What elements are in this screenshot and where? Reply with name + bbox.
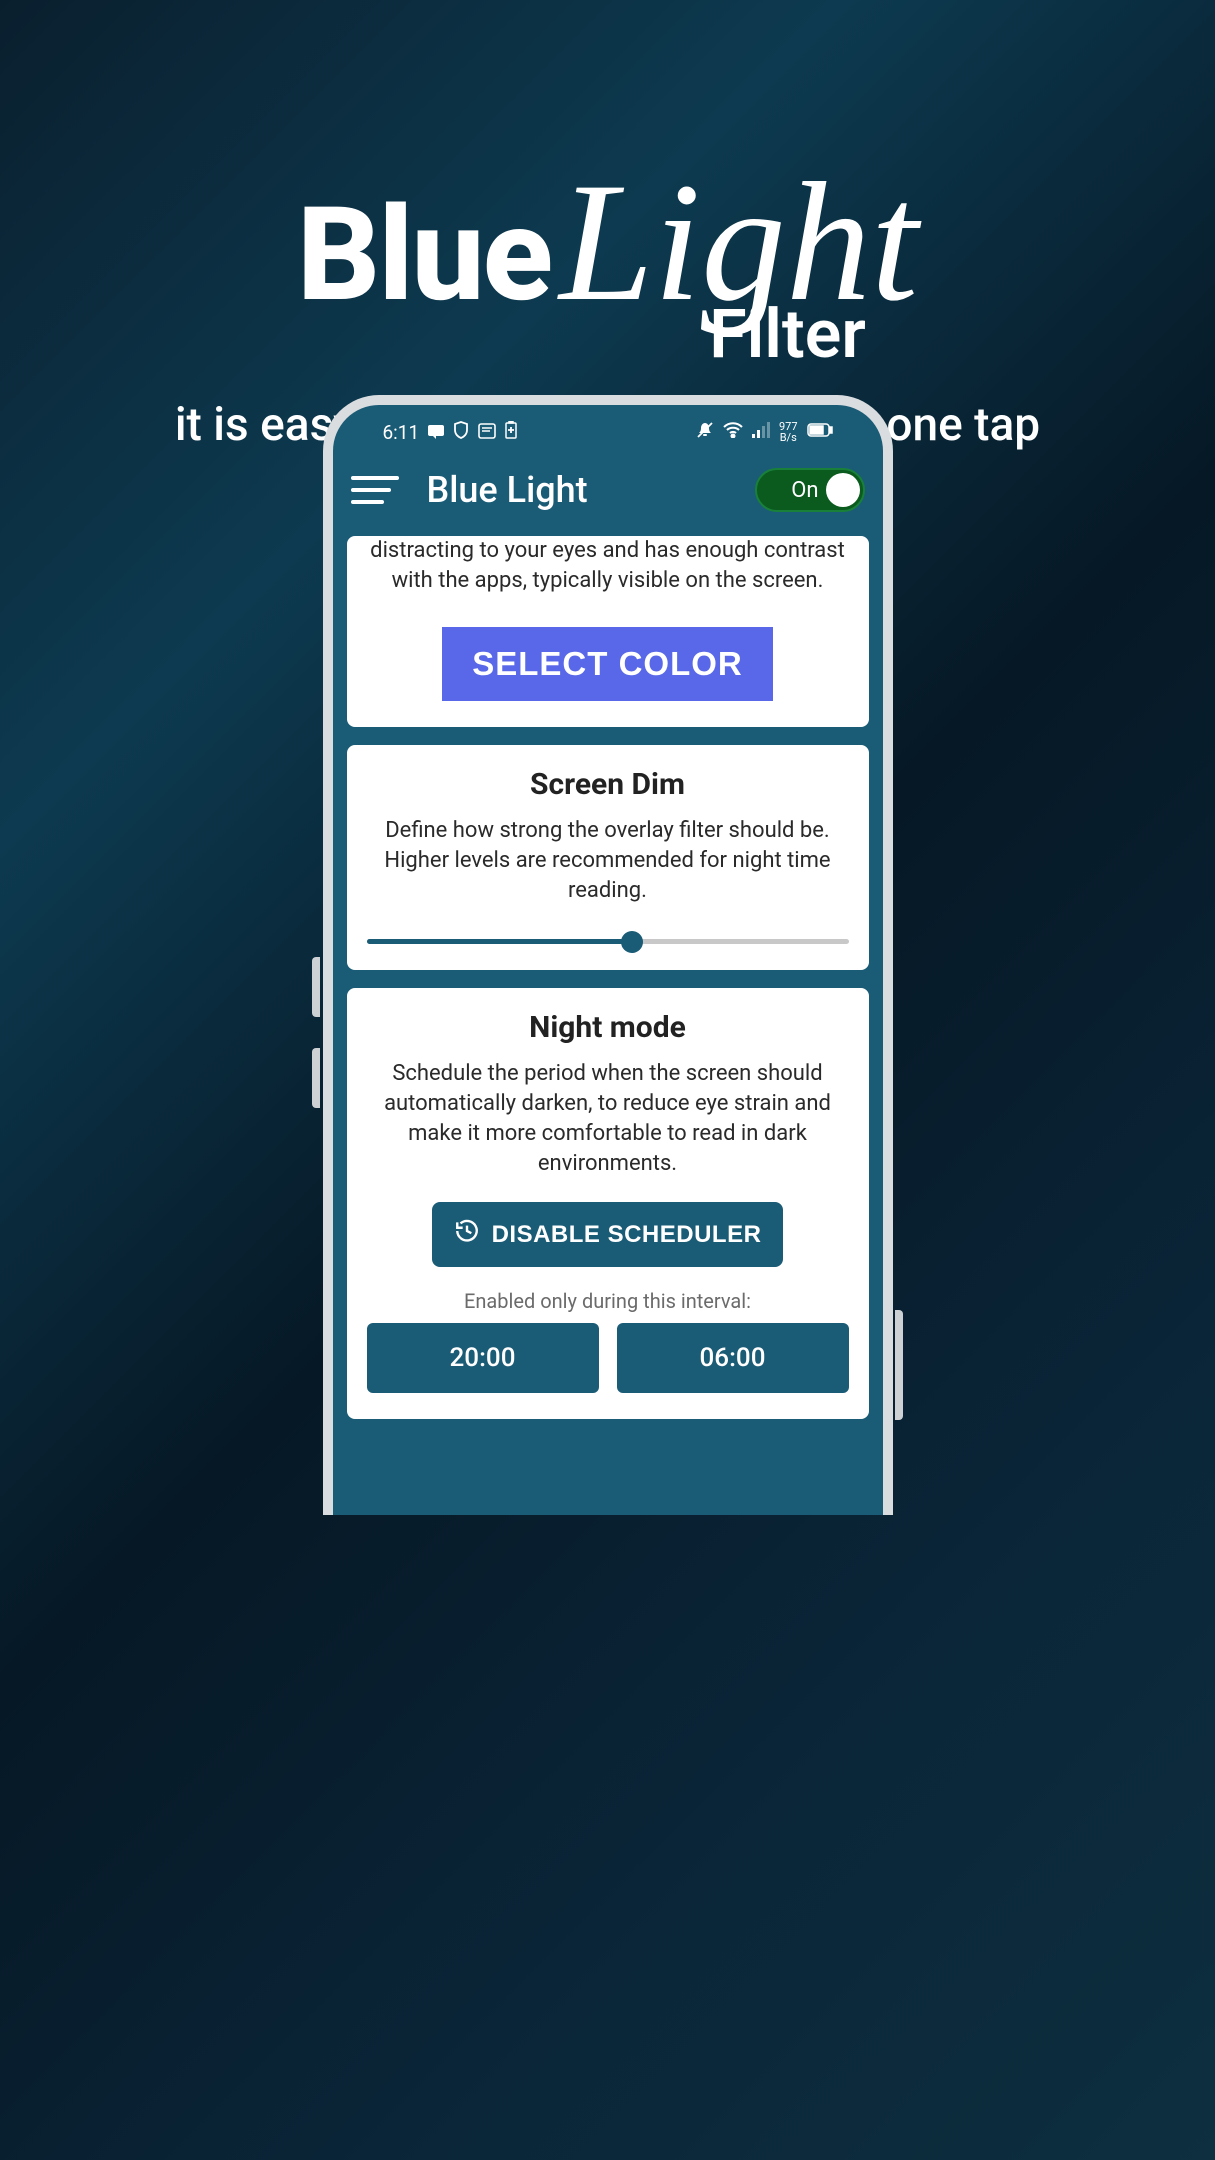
select-color-button[interactable]: SELECT COLOR bbox=[442, 627, 773, 701]
phone-frame: 6:11 977 bbox=[323, 395, 893, 1515]
dim-card-title: Screen Dim bbox=[367, 767, 849, 802]
app-title: Blue Light bbox=[427, 469, 727, 511]
battery-saver-icon bbox=[505, 421, 517, 444]
disable-scheduler-label: DISABLE SCHEDULER bbox=[492, 1221, 762, 1249]
start-time-button[interactable]: 20:00 bbox=[367, 1323, 599, 1393]
dim-slider[interactable] bbox=[367, 939, 849, 944]
time-row: 20:00 06:00 bbox=[367, 1323, 849, 1393]
color-card: distracting to your eyes and has enough … bbox=[347, 536, 869, 727]
status-time: 6:11 bbox=[383, 421, 420, 444]
history-icon bbox=[454, 1218, 480, 1251]
status-speed-unit: B/s bbox=[780, 432, 797, 443]
phone-volume-up-button bbox=[312, 957, 320, 1017]
dim-card-desc: Define how strong the overlay filter sho… bbox=[367, 816, 849, 905]
night-card-title: Night mode bbox=[367, 1010, 849, 1045]
cast-icon bbox=[478, 421, 496, 444]
toggle-label: On bbox=[791, 478, 818, 503]
promo-header: Blue Light Filter it is easy to turn on … bbox=[0, 0, 1215, 452]
content-area[interactable]: distracting to your eyes and has enough … bbox=[333, 536, 883, 1419]
battery-icon bbox=[807, 422, 833, 442]
disable-scheduler-button[interactable]: DISABLE SCHEDULER bbox=[432, 1202, 784, 1267]
status-bar: 6:11 977 bbox=[333, 416, 883, 448]
interval-label: Enabled only during this interval: bbox=[367, 1289, 849, 1313]
dim-slider-thumb[interactable] bbox=[621, 931, 643, 953]
signal-icon bbox=[752, 422, 770, 443]
night-card: Night mode Schedule the period when the … bbox=[347, 988, 869, 1419]
status-left: 6:11 bbox=[383, 421, 518, 444]
status-speed: 977 B/s bbox=[779, 421, 798, 443]
promo-word-blue: Blue bbox=[297, 178, 551, 331]
status-right: 977 B/s bbox=[696, 421, 833, 444]
night-card-desc: Schedule the period when the screen shou… bbox=[367, 1059, 849, 1178]
mute-icon bbox=[696, 421, 714, 444]
dim-slider-fill bbox=[367, 939, 632, 944]
toggle-knob bbox=[826, 473, 860, 507]
color-card-desc: distracting to your eyes and has enough … bbox=[367, 536, 849, 595]
main-toggle[interactable]: On bbox=[755, 468, 865, 512]
wifi-icon bbox=[723, 422, 743, 443]
menu-icon[interactable] bbox=[351, 476, 399, 504]
end-time-button[interactable]: 06:00 bbox=[617, 1323, 849, 1393]
dim-card: Screen Dim Define how strong the overlay… bbox=[347, 745, 869, 970]
app-bar: Blue Light On bbox=[333, 448, 883, 536]
shield-icon bbox=[453, 421, 469, 444]
phone-volume-down-button bbox=[312, 1048, 320, 1108]
message-icon bbox=[428, 421, 444, 444]
phone-power-button bbox=[895, 1310, 903, 1420]
